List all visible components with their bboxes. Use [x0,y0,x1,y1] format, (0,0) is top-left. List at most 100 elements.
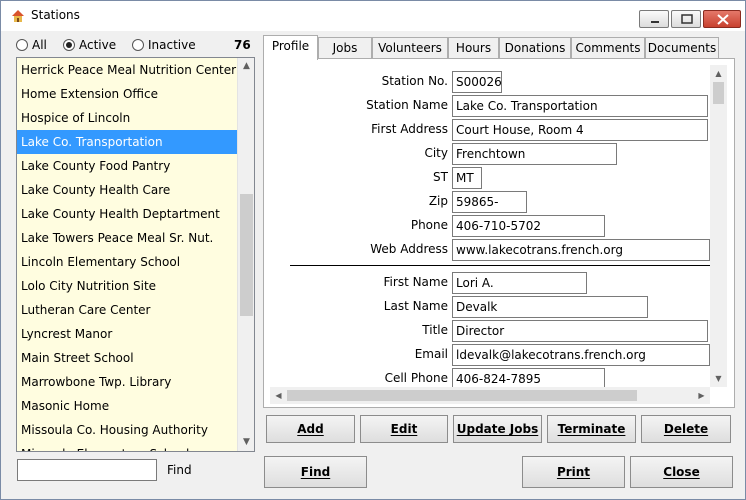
scrollbar-thumb[interactable] [287,390,637,401]
list-item[interactable]: Lutheran Care Center [17,298,254,322]
list-item[interactable]: Lake Towers Peace Meal Sr. Nut. [17,226,254,250]
stations-window: Stations All Active Inactive 76 Herrick … [0,0,746,500]
maximize-button[interactable] [671,10,701,28]
list-item[interactable]: Main Street School [17,346,254,370]
station-count: 76 [234,38,251,52]
maximize-icon [681,14,693,24]
email-field[interactable]: ldevalk@lakecotrans.french.org [452,344,710,366]
profile-form: Station No. S00026 Station Name Lake Co.… [270,65,710,387]
profile-vertical-scrollbar[interactable]: ▲ ▼ [710,65,727,387]
filter-active-radio[interactable]: Active [63,38,116,52]
radio-indicator [132,39,144,51]
st-row: ST MT [270,167,710,189]
update-jobs-button[interactable]: Update Jobs [453,415,542,443]
find-input[interactable] [17,459,157,481]
tab-documents[interactable]: Documents [645,37,719,59]
web-address-row: Web Address www.lakecotrans.french.org [270,239,710,261]
station-list[interactable]: Herrick Peace Meal Nutrition Center Home … [16,57,255,452]
section-divider [290,265,710,266]
filter-inactive-radio[interactable]: Inactive [132,38,196,52]
phone-field[interactable]: 406-710-5702 [452,215,605,237]
list-item[interactable]: Lake County Health Deptartment [17,202,254,226]
tab-hours[interactable]: Hours [448,37,499,59]
list-item[interactable]: Lyncrest Manor [17,322,254,346]
station-name-label: Station Name [366,98,448,112]
find-label: Find [167,463,192,477]
profile-panel: Station No. S00026 Station Name Lake Co.… [263,58,735,408]
close-icon [717,14,729,25]
last-name-label: Last Name [383,299,448,313]
last-name-row: Last Name Devalk [270,296,710,318]
scroll-down-icon[interactable]: ▼ [710,370,727,387]
cell-phone-label: Cell Phone [384,371,448,385]
filter-all-label: All [32,38,47,52]
scrollbar-thumb[interactable] [240,194,253,316]
close-button[interactable]: Close [630,456,733,488]
print-button[interactable]: Print [522,456,625,488]
minimize-icon [651,21,659,23]
tab-donations[interactable]: Donations [499,37,571,59]
st-field[interactable]: MT [452,167,482,189]
scroll-up-icon[interactable]: ▲ [710,65,727,82]
st-label: ST [433,170,448,184]
scroll-down-icon[interactable]: ▼ [238,434,254,451]
delete-button[interactable]: Delete [641,415,731,443]
list-item[interactable]: Marrowbone Twp. Library [17,370,254,394]
web-address-label: Web Address [370,242,448,256]
tab-volunteers[interactable]: Volunteers [372,37,448,59]
list-item[interactable]: Missoula Co. Housing Authority [17,418,254,442]
cell-phone-field[interactable]: 406-824-7895 [452,368,605,387]
scroll-right-icon[interactable]: ▶ [693,387,710,404]
phone-label: Phone [410,218,448,232]
tab-jobs[interactable]: Jobs [318,37,372,59]
city-label: City [424,146,448,160]
filter-all-radio[interactable]: All [16,38,47,52]
first-name-field[interactable]: Lori A. [452,272,587,294]
list-item[interactable]: Herrick Peace Meal Nutrition Center [17,58,254,82]
station-name-row: Station Name Lake Co. Transportation [270,95,710,117]
scroll-up-icon[interactable]: ▲ [238,58,254,75]
list-item[interactable]: Lolo City Nutrition Site [17,274,254,298]
first-address-field[interactable]: Court House, Room 4 [452,119,708,141]
first-name-row: First Name Lori A. [270,272,710,294]
list-item[interactable]: Lake County Health Care [17,178,254,202]
tab-profile[interactable]: Profile [263,35,318,60]
web-address-field[interactable]: www.lakecotrans.french.org [452,239,710,261]
zip-field[interactable]: 59865- [452,191,527,213]
status-filter: All Active Inactive 76 [16,37,256,55]
email-label: Email [414,347,448,361]
find-button[interactable]: Find [264,456,367,488]
radio-indicator [16,39,28,51]
edit-button[interactable]: Edit [360,415,448,443]
list-item[interactable]: Lincoln Elementary School [17,250,254,274]
first-address-label: First Address [371,122,448,136]
add-button[interactable]: Add [266,415,355,443]
scrollbar-thumb[interactable] [713,82,724,104]
list-item[interactable]: Home Extension Office [17,82,254,106]
list-item[interactable]: Missoula Elementary Schools [17,442,254,451]
station-name-field[interactable]: Lake Co. Transportation [452,95,708,117]
close-window-button[interactable] [703,10,741,28]
radio-indicator [63,39,75,51]
list-item[interactable]: Lake Co. Transportation [17,130,254,154]
list-item[interactable]: Hospice of Lincoln [17,106,254,130]
email-row: Email ldevalk@lakecotrans.french.org [270,344,710,366]
station-list-scrollbar[interactable]: ▲ ▼ [237,58,254,451]
list-item[interactable]: Masonic Home [17,394,254,418]
terminate-button[interactable]: Terminate [547,415,636,443]
station-no-field[interactable]: S00026 [452,71,502,93]
tab-comments[interactable]: Comments [571,37,645,59]
title-label: Title [422,323,448,337]
first-address-row: First Address Court House, Room 4 [270,119,710,141]
city-field[interactable]: Frenchtown [452,143,617,165]
scroll-left-icon[interactable]: ◀ [270,387,287,404]
profile-horizontal-scrollbar[interactable]: ◀ ▶ [270,387,710,404]
last-name-field[interactable]: Devalk [452,296,648,318]
list-item[interactable]: Lake County Food Pantry [17,154,254,178]
title-field[interactable]: Director [452,320,708,342]
zip-row: Zip 59865- [270,191,710,213]
house-icon [12,10,24,22]
city-row: City Frenchtown [270,143,710,165]
minimize-button[interactable] [639,10,669,28]
tab-strip: Profile Jobs Volunteers Hours Donations … [263,35,735,60]
